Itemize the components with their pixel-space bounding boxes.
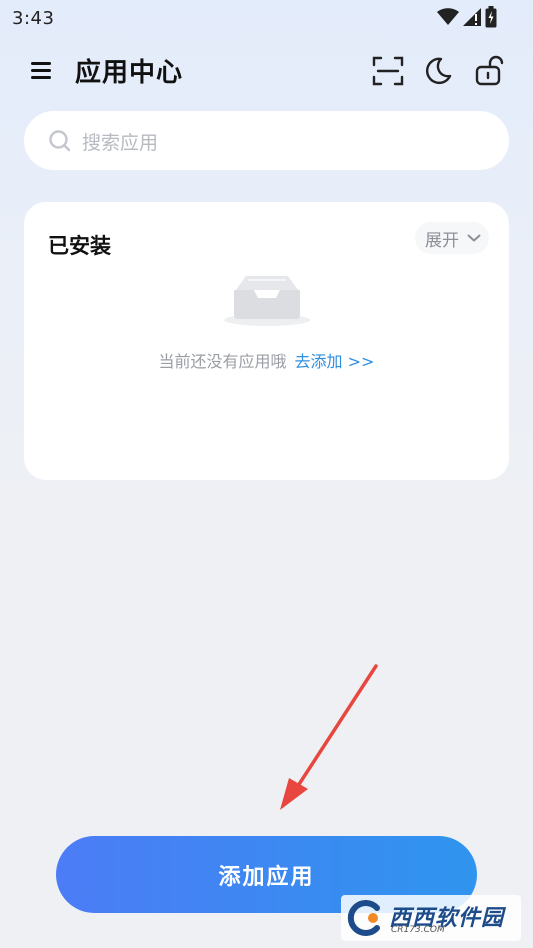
add-app-label: 添加应用: [218, 864, 315, 890]
menu-icon: [31, 62, 51, 79]
watermark-mark-icon: [347, 900, 380, 936]
scan-button[interactable]: [371, 54, 405, 88]
expand-button[interactable]: 展开: [415, 222, 489, 254]
search-bar[interactable]: 搜索应用: [24, 111, 509, 170]
watermark-logo: 西西软件园 CR173.COM: [341, 895, 521, 941]
scan-icon: [372, 56, 404, 86]
moon-icon: [426, 57, 452, 85]
expand-label: 展开: [425, 230, 459, 251]
lock-button[interactable]: [472, 54, 506, 88]
battery-icon: [485, 6, 497, 28]
watermark-url: CR173.COM: [391, 925, 445, 935]
go-add-link[interactable]: 去添加 >>: [295, 352, 375, 371]
page-title: 应用中心: [75, 58, 184, 88]
annotation-arrow: [280, 664, 378, 810]
empty-message: 当前还没有应用哦: [158, 352, 287, 371]
search-input[interactable]: 搜索应用: [82, 128, 158, 155]
signal-icon: [463, 8, 481, 26]
status-bar: 3:43: [0, 0, 533, 36]
empty-inbox-icon: [224, 276, 310, 326]
status-icons: [437, 6, 497, 28]
search-icon: [49, 130, 71, 152]
dark-mode-button[interactable]: [421, 54, 455, 88]
chevron-down-icon: [467, 234, 481, 242]
status-time: 3:43: [12, 8, 55, 29]
wifi-icon: [437, 8, 459, 25]
menu-button[interactable]: [26, 54, 58, 86]
installed-title: 已安装: [48, 234, 111, 258]
unlock-icon: [475, 55, 504, 86]
empty-state: 当前还没有应用哦 去添加 >>: [24, 348, 509, 372]
installed-apps-card: 已安装 展开 当前还没有应用哦 去添加 >>: [24, 202, 509, 480]
top-bar: 应用中心: [0, 46, 533, 94]
